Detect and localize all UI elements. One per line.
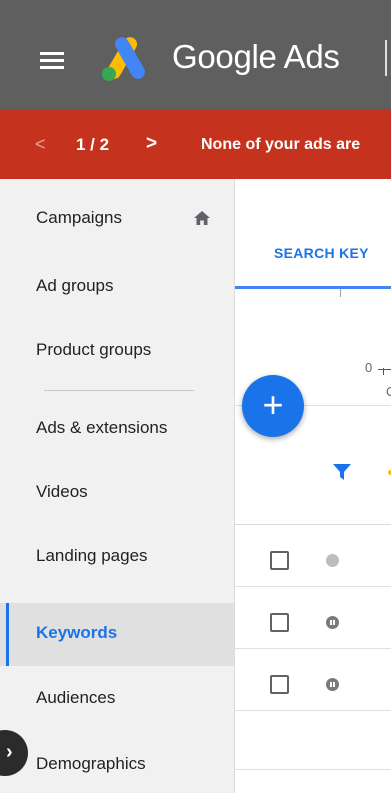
chart-x-tick-label: Oc	[386, 384, 391, 399]
table-divider	[235, 769, 391, 770]
sidebar-item-audiences[interactable]: Audiences	[0, 668, 234, 731]
chart-y-tick-label: 0	[365, 360, 373, 375]
sidebar-item-label: Videos	[36, 482, 88, 501]
sidebar-nav: Campaigns Ad groups Product groups Ads &…	[0, 179, 235, 793]
table-row[interactable]	[235, 649, 391, 711]
sidebar-item-landing-pages[interactable]: Landing pages	[0, 526, 234, 589]
sidebar-item-videos[interactable]: Videos	[0, 462, 234, 525]
active-indicator	[6, 603, 9, 666]
sidebar-item-product-groups[interactable]: Product groups	[0, 320, 234, 383]
main-content: SEARCH KEY 0 Oc	[235, 179, 391, 793]
table-row[interactable]	[235, 587, 391, 649]
add-icon[interactable]: +	[242, 375, 304, 437]
sidebar-item-label: Campaigns	[36, 208, 122, 227]
alert-message[interactable]: None of your ads are	[201, 136, 360, 154]
tab-search-keywords[interactable]: SEARCH KEY	[274, 245, 369, 261]
hamburger-menu-icon[interactable]	[40, 52, 64, 70]
filter-icon[interactable]	[332, 462, 352, 482]
row-checkbox[interactable]	[270, 613, 289, 632]
sidebar-item-demographics[interactable]: Demographics	[0, 734, 234, 797]
sidebar-item-label: Audiences	[36, 688, 116, 707]
alert-banner: < 1 / 2 > None of your ads are	[0, 109, 391, 179]
home-icon[interactable]	[192, 208, 212, 228]
tab-active-underline	[235, 286, 391, 289]
sidebar-item-label: Demographics	[36, 754, 146, 773]
sidebar-item-ad-groups[interactable]: Ad groups	[0, 256, 234, 319]
next-alert-button[interactable]: >	[146, 133, 157, 155]
sidebar-divider	[44, 390, 194, 391]
sidebar-item-ads-extensions[interactable]: Ads & extensions	[0, 398, 234, 461]
top-app-bar: Google Ads	[0, 0, 391, 109]
paused-icon	[326, 616, 339, 629]
google-ads-logo	[102, 37, 145, 81]
chevron-right-icon: ›	[6, 741, 13, 763]
sidebar-item-label: Ads & extensions	[36, 418, 168, 437]
chart-tick-mark	[340, 289, 341, 297]
chart-axis-tick	[383, 368, 384, 375]
table-row[interactable]	[235, 525, 391, 587]
row-checkbox[interactable]	[270, 675, 289, 694]
sidebar-item-label: Keywords	[36, 623, 118, 642]
grey-dot-icon	[326, 554, 339, 567]
alert-page-counter: 1 / 2	[76, 135, 110, 154]
header-divider	[385, 40, 387, 76]
row-checkbox[interactable]	[270, 551, 289, 570]
sidebar-item-label: Ad groups	[36, 276, 114, 295]
sidebar-item-campaigns[interactable]: Campaigns	[0, 188, 234, 251]
sidebar-item-label: Product groups	[36, 340, 152, 359]
sidebar-item-keywords[interactable]: Keywords	[0, 603, 234, 666]
app-title: Google Ads	[172, 38, 340, 75]
paused-icon	[326, 678, 339, 691]
chart-x-axis	[378, 369, 391, 370]
sidebar-item-label: Landing pages	[36, 546, 148, 565]
previous-alert-button[interactable]: <	[35, 134, 46, 155]
